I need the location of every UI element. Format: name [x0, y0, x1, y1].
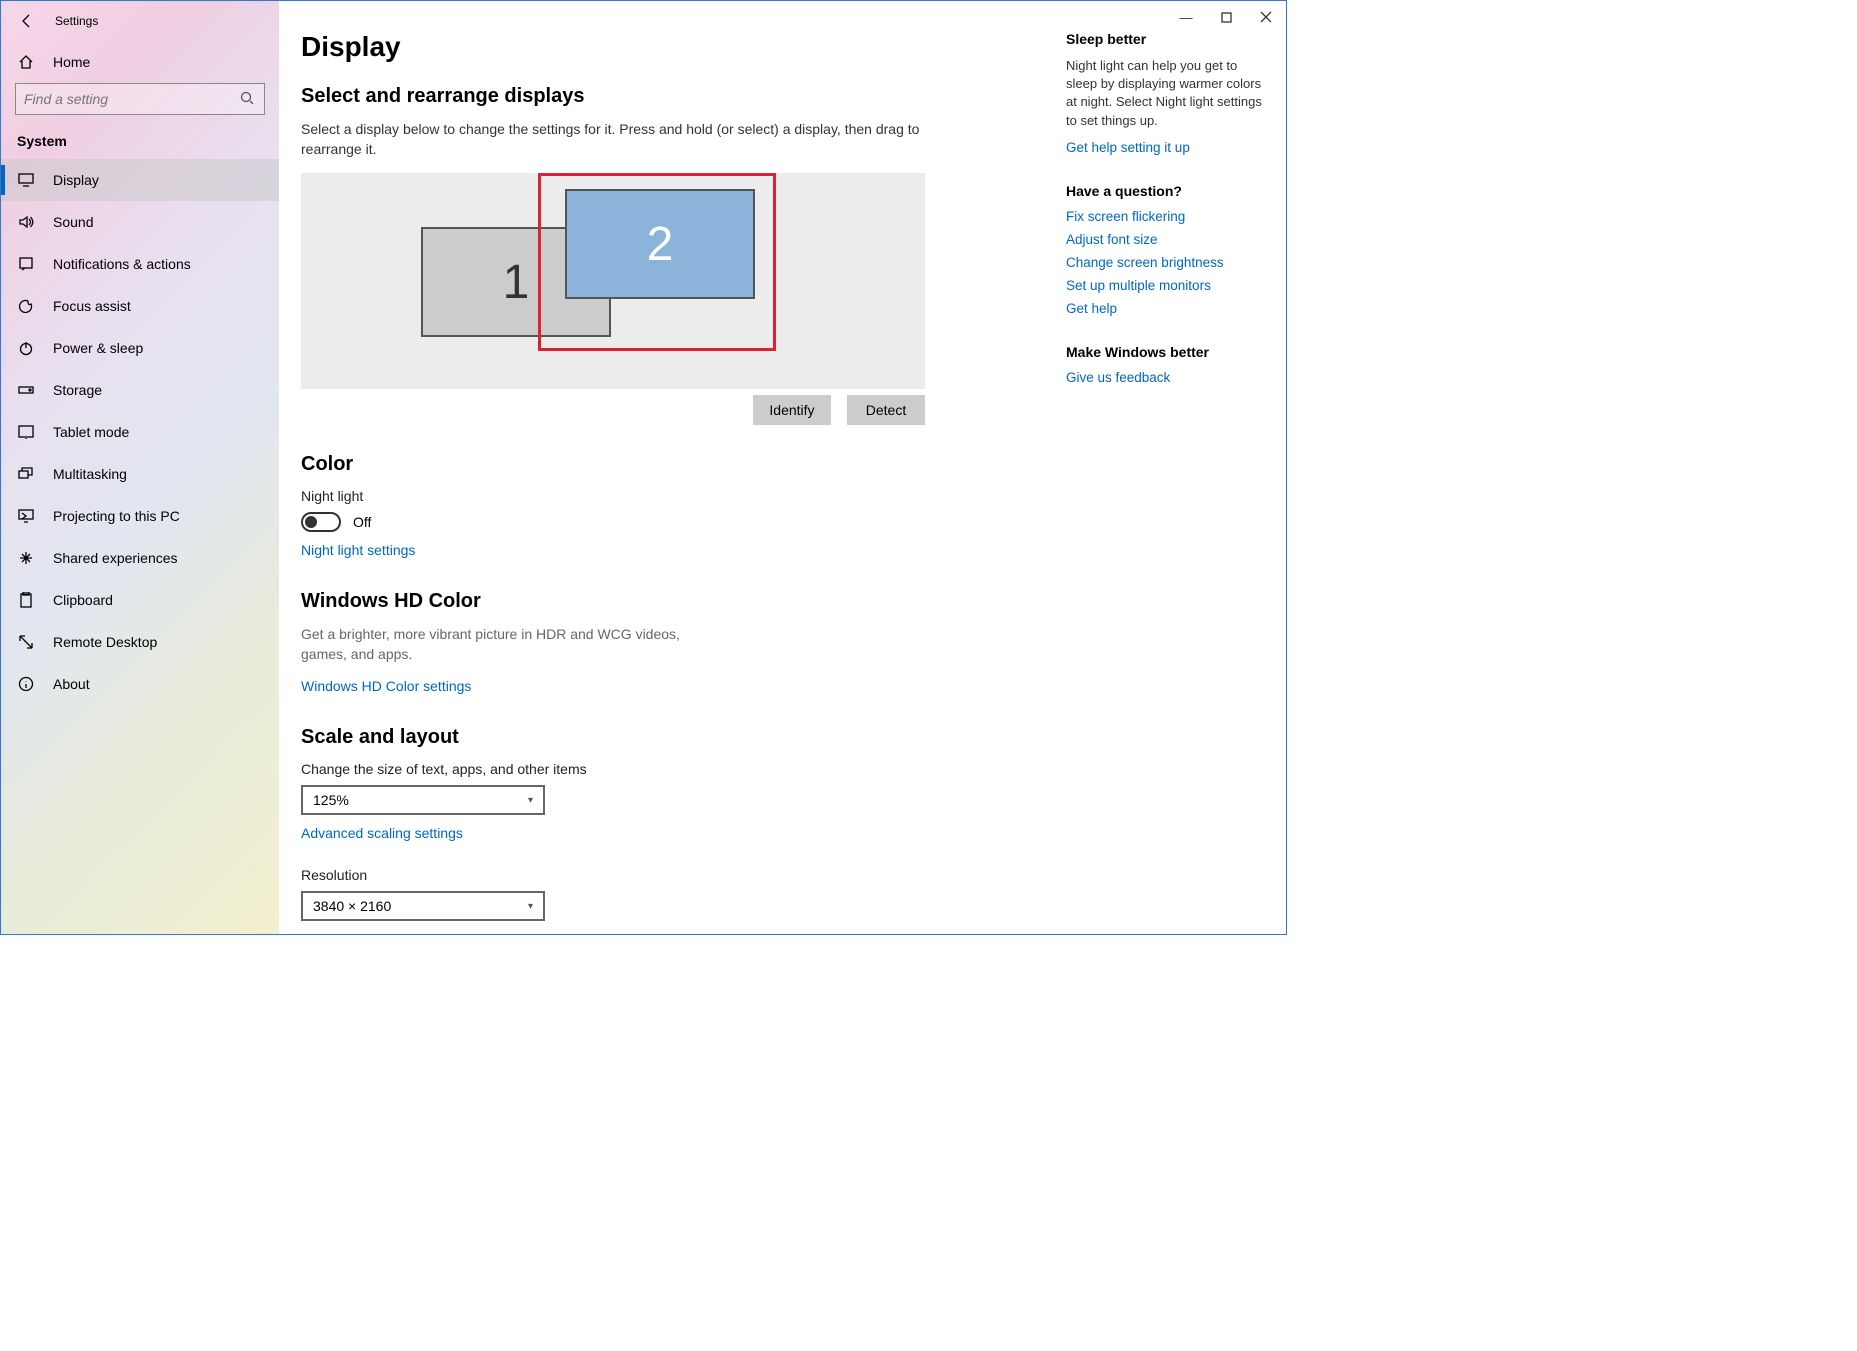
- display-icon: [17, 171, 35, 189]
- minimize-button[interactable]: —: [1166, 5, 1206, 29]
- nav-label: Projecting to this PC: [53, 508, 180, 524]
- scale-value: 125%: [313, 792, 349, 808]
- maximize-button[interactable]: [1206, 5, 1246, 29]
- sidebar-item-focus[interactable]: Focus assist: [1, 285, 279, 327]
- window-title: Settings: [55, 14, 98, 28]
- nav-label: Tablet mode: [53, 424, 129, 440]
- sleep-body: Night light can help you get to sleep by…: [1066, 57, 1266, 130]
- arrange-heading: Select and rearrange displays: [301, 85, 1016, 108]
- sleep-heading: Sleep better: [1066, 31, 1266, 47]
- home-button[interactable]: Home: [1, 41, 279, 83]
- scale-select[interactable]: 125% ▾: [301, 785, 545, 815]
- sidebar-item-remote[interactable]: Remote Desktop: [1, 621, 279, 663]
- search-input[interactable]: [15, 83, 265, 115]
- sidebar-item-shared[interactable]: Shared experiences: [1, 537, 279, 579]
- close-button[interactable]: [1246, 5, 1286, 29]
- sound-icon: [17, 213, 35, 231]
- better-heading: Make Windows better: [1066, 344, 1266, 360]
- question-link-3[interactable]: Set up multiple monitors: [1066, 278, 1266, 293]
- chevron-down-icon: ▾: [528, 795, 533, 806]
- nav-label: Focus assist: [53, 298, 131, 314]
- nav-label: Notifications & actions: [53, 256, 191, 272]
- nav-label: Storage: [53, 382, 102, 398]
- sleep-link[interactable]: Get help setting it up: [1066, 140, 1266, 155]
- nav-label: Power & sleep: [53, 340, 143, 356]
- main-content: Display Select and rearrange displays Se…: [279, 1, 1056, 934]
- remote-icon: [17, 633, 35, 651]
- section-label: System: [1, 125, 279, 159]
- projecting-icon: [17, 507, 35, 525]
- sidebar: Settings Home System Display Sound Notif…: [1, 1, 279, 934]
- night-light-toggle[interactable]: [301, 512, 341, 532]
- feedback-link[interactable]: Give us feedback: [1066, 370, 1266, 385]
- resolution-select[interactable]: 3840 × 2160 ▾: [301, 891, 545, 921]
- question-heading: Have a question?: [1066, 183, 1266, 199]
- color-heading: Color: [301, 453, 1016, 476]
- nav-label: Sound: [53, 214, 93, 230]
- power-icon: [17, 339, 35, 357]
- advanced-scaling-link[interactable]: Advanced scaling settings: [301, 825, 463, 841]
- nav-label: Clipboard: [53, 592, 113, 608]
- question-link-4[interactable]: Get help: [1066, 301, 1266, 316]
- about-icon: [17, 675, 35, 693]
- multitasking-icon: [17, 465, 35, 483]
- night-light-label: Night light: [301, 488, 1016, 504]
- scale-heading: Scale and layout: [301, 726, 1016, 749]
- right-panel: Sleep better Night light can help you ge…: [1056, 1, 1286, 934]
- scale-size-label: Change the size of text, apps, and other…: [301, 761, 1016, 777]
- sidebar-item-about[interactable]: About: [1, 663, 279, 705]
- hd-heading: Windows HD Color: [301, 590, 1016, 613]
- clipboard-icon: [17, 591, 35, 609]
- nav-label: Multitasking: [53, 466, 127, 482]
- tablet-icon: [17, 423, 35, 441]
- arrange-desc: Select a display below to change the set…: [301, 120, 941, 159]
- question-link-1[interactable]: Adjust font size: [1066, 232, 1266, 247]
- monitor-2[interactable]: 2: [565, 189, 755, 299]
- sidebar-item-power[interactable]: Power & sleep: [1, 327, 279, 369]
- nav-label: Remote Desktop: [53, 634, 157, 650]
- resolution-label: Resolution: [301, 867, 1016, 883]
- question-link-2[interactable]: Change screen brightness: [1066, 255, 1266, 270]
- sidebar-item-tablet[interactable]: Tablet mode: [1, 411, 279, 453]
- identify-button[interactable]: Identify: [753, 395, 831, 425]
- chevron-down-icon: ▾: [528, 901, 533, 912]
- sidebar-item-notifications[interactable]: Notifications & actions: [1, 243, 279, 285]
- night-light-settings-link[interactable]: Night light settings: [301, 542, 415, 558]
- sidebar-item-clipboard[interactable]: Clipboard: [1, 579, 279, 621]
- shared-icon: [17, 549, 35, 567]
- sidebar-item-storage[interactable]: Storage: [1, 369, 279, 411]
- nav-label: Shared experiences: [53, 550, 178, 566]
- hd-desc: Get a brighter, more vibrant picture in …: [301, 625, 691, 664]
- sidebar-item-sound[interactable]: Sound: [1, 201, 279, 243]
- nav-label: Display: [53, 172, 99, 188]
- storage-icon: [17, 381, 35, 399]
- display-arrange-area[interactable]: 1 2: [301, 173, 925, 389]
- question-link-0[interactable]: Fix screen flickering: [1066, 209, 1266, 224]
- notifications-icon: [17, 255, 35, 273]
- nav-label: About: [53, 676, 90, 692]
- search-icon: [240, 91, 256, 107]
- focus-icon: [17, 297, 35, 315]
- home-icon: [17, 53, 35, 71]
- search-field[interactable]: [24, 91, 240, 107]
- sidebar-item-projecting[interactable]: Projecting to this PC: [1, 495, 279, 537]
- detect-button[interactable]: Detect: [847, 395, 925, 425]
- home-label: Home: [53, 54, 90, 70]
- page-title: Display: [301, 31, 1016, 63]
- resolution-value: 3840 × 2160: [313, 898, 391, 914]
- hd-color-link[interactable]: Windows HD Color settings: [301, 678, 471, 694]
- back-button[interactable]: [17, 11, 37, 31]
- sidebar-item-display[interactable]: Display: [1, 159, 279, 201]
- sidebar-item-multitasking[interactable]: Multitasking: [1, 453, 279, 495]
- orientation-label: Orientation: [301, 931, 1016, 934]
- night-light-state: Off: [353, 514, 371, 530]
